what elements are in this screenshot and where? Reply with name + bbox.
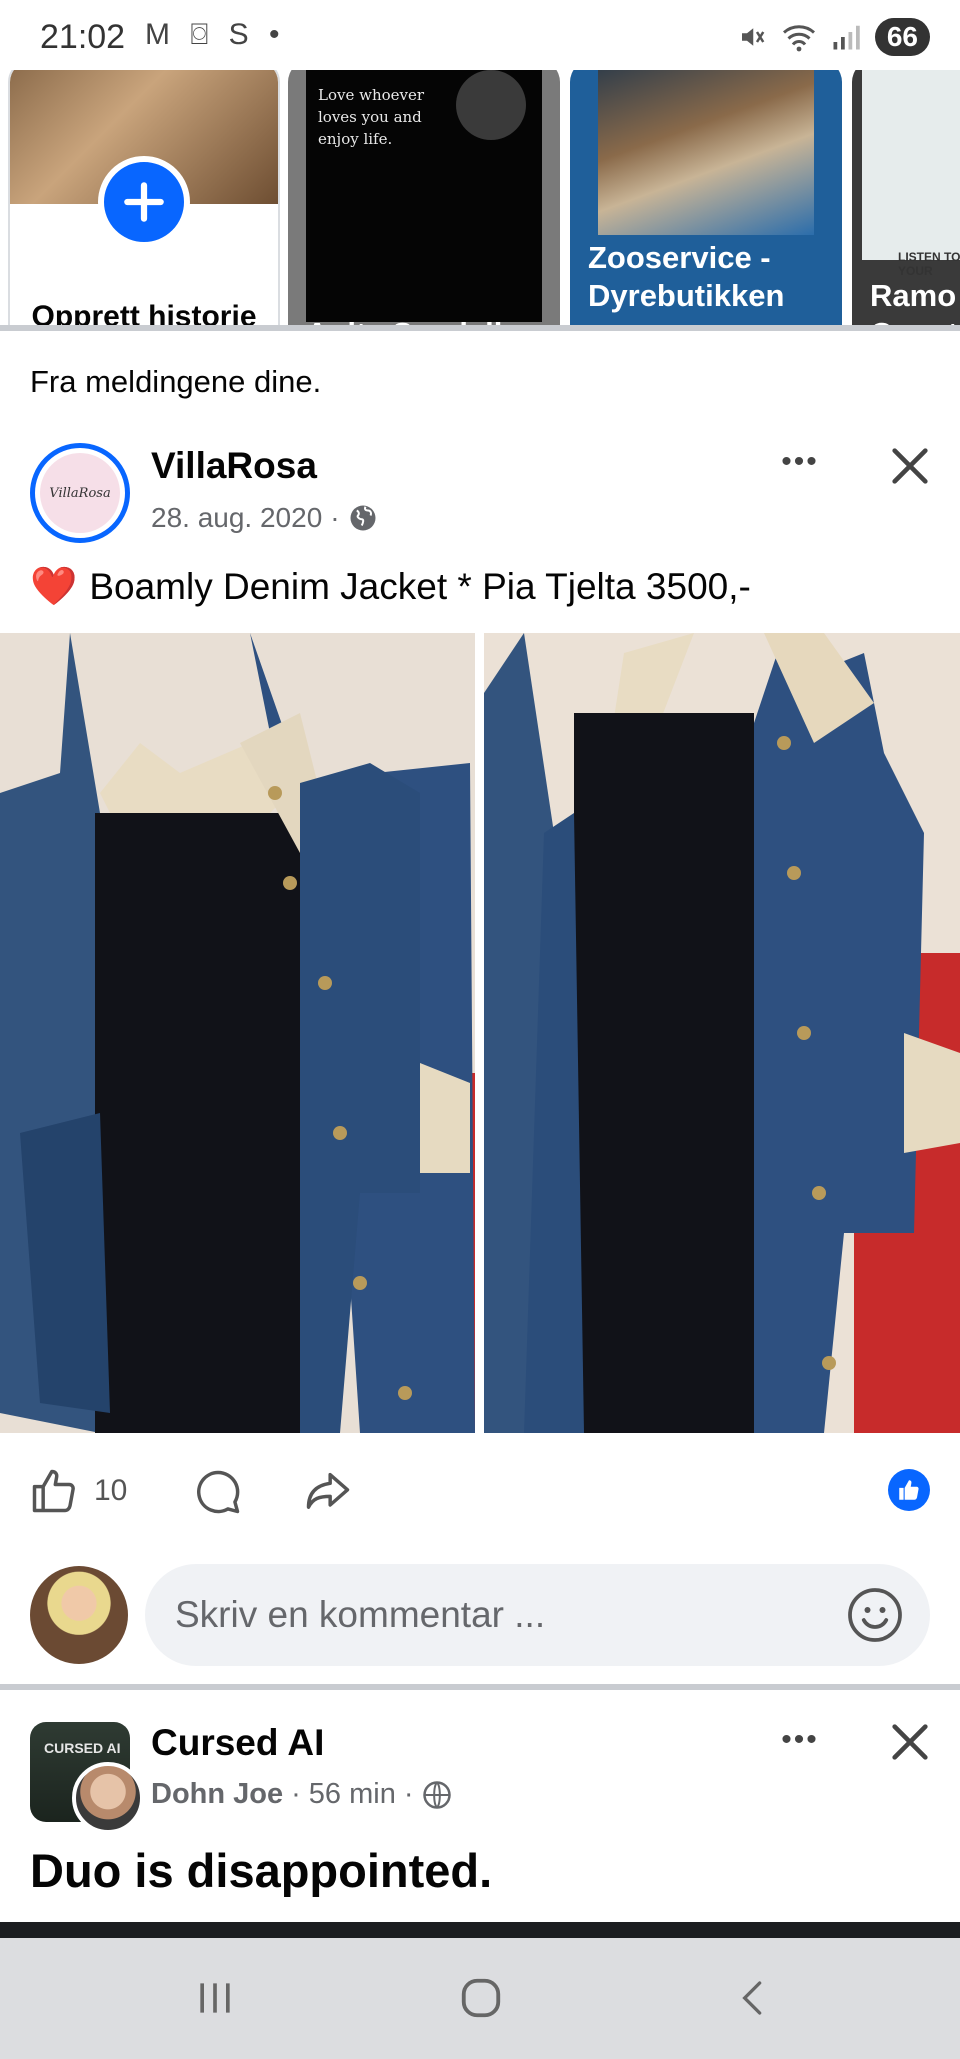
post-meta: Dohn Joe · 56 min · <box>151 1778 452 1811</box>
story-card-ramo[interactable]: LISTEN TO YOUR Ramo Const <box>852 70 960 325</box>
section-divider <box>0 1684 960 1690</box>
thumbs-up-icon <box>32 1469 75 1513</box>
post-meta: 28. aug. 2020 · <box>151 502 378 534</box>
comment-button[interactable] <box>190 1464 246 1520</box>
story-image: Love whoever loves you and enjoy life. <box>306 70 542 322</box>
like-button[interactable]: 10 <box>28 1464 127 1518</box>
stories-tray[interactable]: Opprett historie Love whoever loves you … <box>0 70 960 325</box>
share-arrow-icon <box>306 1472 350 1509</box>
villarosa-avatar[interactable]: VillaRosa <box>30 443 130 543</box>
group-thumbnail[interactable]: CURSED AI <box>30 1722 144 1834</box>
post-text: Boamly Denim Jacket * Pia Tjelta 3500,- <box>89 566 751 607</box>
close-icon <box>892 1724 928 1760</box>
author-avatar[interactable] <box>72 1762 144 1834</box>
comment-placeholder: Skriv en kommentar ... <box>175 1594 546 1635</box>
recent-apps-button[interactable] <box>180 1968 250 2028</box>
battery-indicator: 66 <box>874 18 930 56</box>
post-date[interactable]: 28. aug. 2020 <box>151 502 322 534</box>
post-time[interactable]: 56 min <box>309 1778 396 1811</box>
section-note: Fra meldingene dine. <box>30 364 322 399</box>
post-photo-left[interactable] <box>0 633 475 1433</box>
comment-bubble-icon <box>197 1470 240 1514</box>
plus-icon[interactable] <box>98 156 190 248</box>
globe-icon <box>422 1780 451 1809</box>
smiley-icon <box>848 1588 902 1642</box>
home-button[interactable] <box>446 1968 516 2028</box>
system-navigation-bar <box>0 1938 960 2059</box>
post-title: Duo is disappointed. <box>30 1844 493 1897</box>
close-icon <box>892 448 928 484</box>
story-name: Zooservice - Dyrebutikken ... <box>588 240 785 325</box>
post-author[interactable]: Dohn Joe <box>151 1778 283 1811</box>
post-photo-right[interactable] <box>484 633 960 1433</box>
back-button[interactable] <box>718 1968 788 2028</box>
comment-input[interactable]: Skriv en kommentar ... <box>145 1564 930 1666</box>
mute-icon <box>741 28 765 46</box>
more-options-button[interactable]: ••• <box>770 1718 830 1762</box>
story-tag: LISTEN TO YOUR <box>898 250 960 278</box>
group-name[interactable]: Cursed AI <box>151 1722 324 1764</box>
status-time: 21:02 <box>40 18 126 56</box>
story-image <box>598 70 814 235</box>
status-bar: 21:02 M ⌼ S • 66 <box>0 0 960 70</box>
recents-icon <box>200 1983 230 2013</box>
thumbs-up-filled-icon <box>899 1480 919 1500</box>
post-text-row: ❤️ Boamly Denim Jacket * Pia Tjelta 3500… <box>30 565 751 609</box>
section-divider <box>0 325 960 331</box>
create-story-label: Opprett historie <box>31 300 257 325</box>
avatar-logo-text: VillaRosa <box>40 453 120 533</box>
like-reaction-badge <box>888 1469 930 1511</box>
notification-icons: M ⌼ S • <box>145 18 286 51</box>
story-card-zooservice[interactable]: Zooservice - Dyrebutikken ... <box>570 70 842 325</box>
separator-dot: · <box>403 1778 414 1810</box>
back-chevron-icon <box>742 1981 762 2015</box>
clock-image <box>456 70 526 140</box>
share-button[interactable] <box>300 1464 356 1520</box>
more-options-button[interactable]: ••• <box>770 440 830 484</box>
emoji-button[interactable] <box>844 1584 906 1646</box>
user-avatar[interactable] <box>30 1566 128 1664</box>
close-post-button[interactable] <box>880 436 940 496</box>
create-story-card[interactable]: Opprett historie <box>8 70 280 325</box>
post-author[interactable]: VillaRosa <box>151 445 317 487</box>
group-thumb-text: CURSED AI <box>44 1740 121 1756</box>
separator-dot: · <box>291 1778 301 1810</box>
globe-icon <box>350 505 376 531</box>
story-name: Anita Sandvik <box>306 315 511 325</box>
home-icon <box>461 1978 501 2018</box>
story-quote: Love whoever loves you and enjoy life. <box>318 86 425 148</box>
separator-dot: · <box>330 502 340 533</box>
like-count: 10 <box>94 1474 128 1507</box>
system-icons: 66 <box>737 18 930 56</box>
close-post-button[interactable] <box>880 1712 940 1772</box>
story-image: LISTEN TO YOUR <box>862 70 960 278</box>
story-card-anita[interactable]: Love whoever loves you and enjoy life. A… <box>288 70 560 325</box>
heart-icon: ❤️ <box>30 566 78 608</box>
wifi-icon <box>782 25 815 52</box>
story-name: Ramo Const <box>870 278 958 325</box>
signal-icon <box>833 25 860 50</box>
